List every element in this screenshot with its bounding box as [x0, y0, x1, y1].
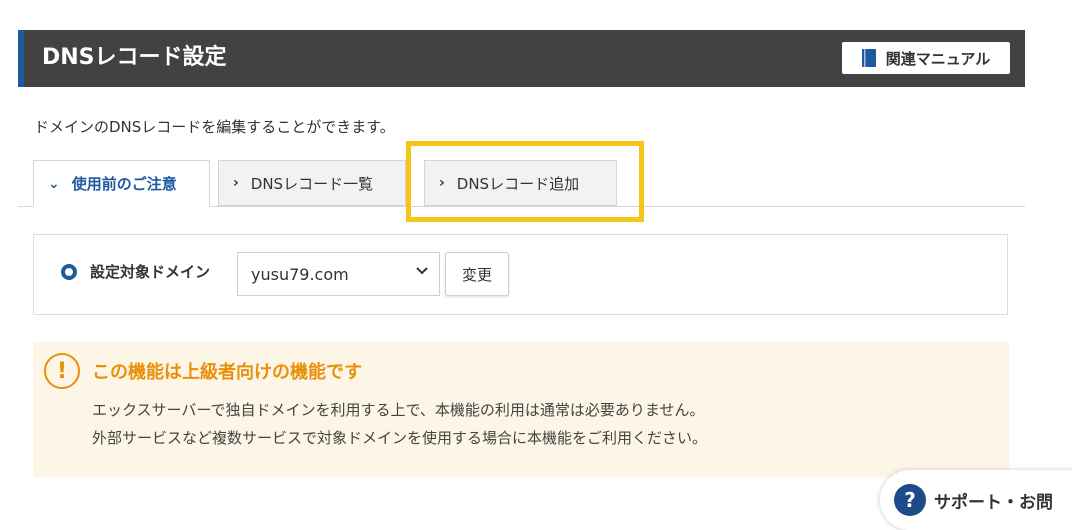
warning-text-line1: エックスサーバーで独自ドメインを利用する上で、本機能の利用は通常は必要ありません… [92, 401, 705, 419]
support-contact-button[interactable]: ? サポート・お問 [880, 470, 1072, 530]
related-manual-label: 関連マニュアル [885, 49, 991, 68]
target-domain-panel: 設定対象ドメイン yusu79.com 変更 [33, 234, 1008, 315]
related-manual-button[interactable]: 関連マニュアル [842, 42, 1010, 74]
radio-icon [61, 264, 77, 280]
domain-select[interactable]: yusu79.com [237, 252, 440, 296]
highlight-annotation [406, 141, 644, 222]
tab-dns-record-list[interactable]: › DNSレコード一覧 [218, 160, 406, 206]
chevron-right-icon: › [233, 175, 239, 191]
advanced-warning-panel: ! この機能は上級者向けの機能です エックスサーバーで独自ドメインを利用する上で… [33, 342, 1009, 477]
exclamation-icon: ! [44, 353, 80, 389]
target-domain-label: 設定対象ドメイン [90, 263, 211, 281]
chevron-down-icon: ⌄ [48, 175, 60, 192]
page-header: DNSレコード設定 関連マニュアル [18, 30, 1025, 87]
page-description: ドメインのDNSレコードを編集することができます。 [34, 118, 395, 136]
question-icon: ? [894, 484, 926, 516]
chevron-down-icon [416, 267, 428, 275]
support-label: サポート・お問 [934, 493, 1053, 513]
warning-text-line2: 外部サービスなど複数サービスで対象ドメインを使用する場合に本機能をご利用ください… [92, 429, 708, 447]
warning-title: この機能は上級者向けの機能です [92, 362, 362, 383]
header-accent [18, 30, 24, 87]
tab-precautions[interactable]: ⌄ 使用前のご注意 [33, 160, 210, 207]
page-title: DNSレコード設定 [42, 45, 227, 70]
domain-select-value: yusu79.com [251, 264, 349, 284]
change-domain-button[interactable]: 変更 [445, 252, 509, 296]
tab-label: DNSレコード一覧 [250, 174, 374, 193]
tab-label: 使用前のご注意 [71, 175, 177, 193]
book-icon [861, 49, 876, 67]
